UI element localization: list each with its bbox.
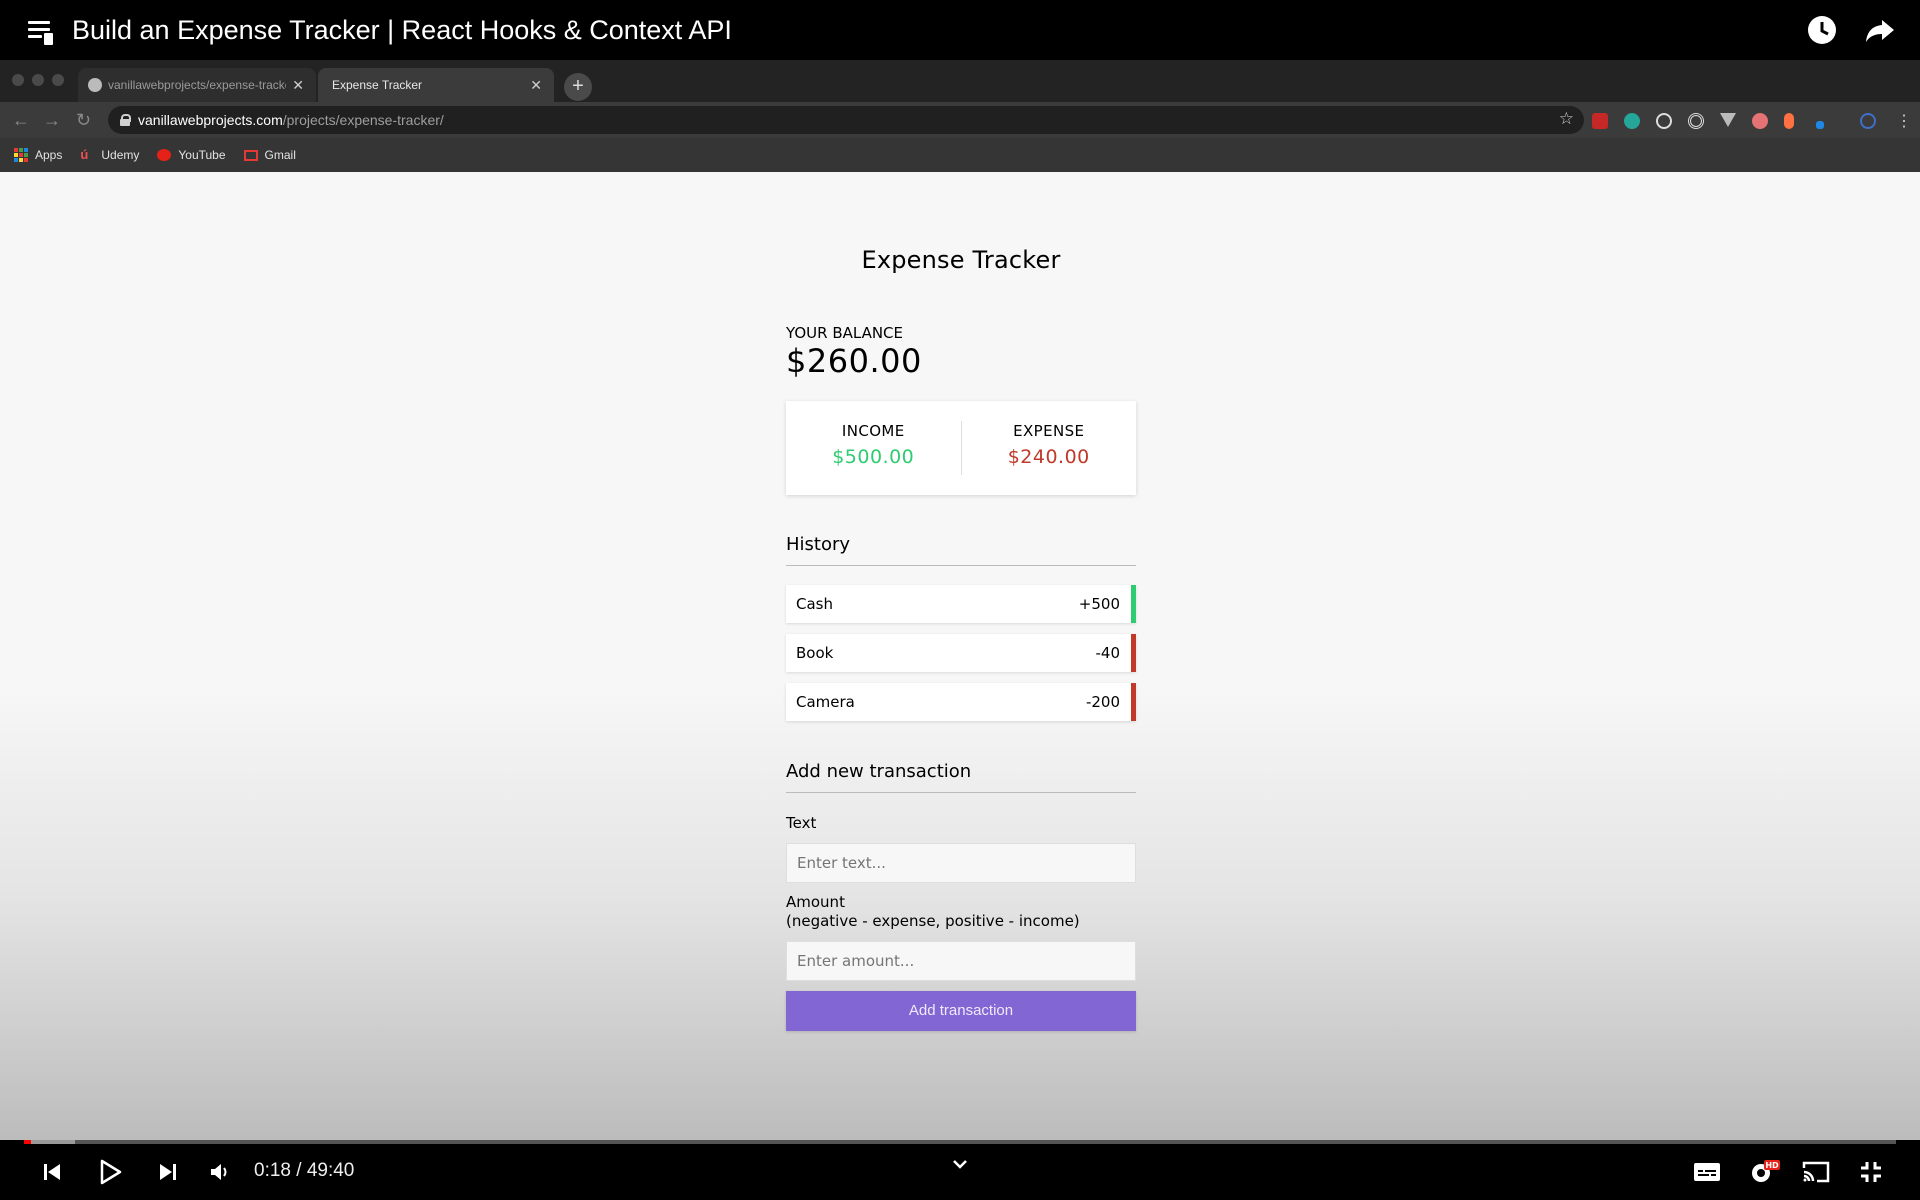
new-tab-plus-icon[interactable]: + bbox=[564, 73, 592, 101]
bookmark-star-icon[interactable]: ☆ bbox=[1559, 109, 1574, 129]
url-text[interactable]: vanillawebprojects.com/projects/expense-… bbox=[138, 112, 444, 128]
bookmark-label: YouTube bbox=[178, 148, 226, 162]
previous-icon[interactable] bbox=[38, 1158, 66, 1186]
expense-column: EXPENSE $240.00 bbox=[962, 401, 1137, 495]
play-icon[interactable] bbox=[96, 1158, 124, 1186]
balance-label: YOUR BALANCE bbox=[786, 324, 904, 342]
extension-vue-icon[interactable] bbox=[1720, 113, 1736, 127]
transaction-amount: +500 bbox=[1078, 595, 1120, 613]
amount-label: Amount bbox=[786, 893, 845, 911]
video-controls: 0:18 / 49:40 HD bbox=[0, 1140, 1920, 1200]
text-label: Text bbox=[786, 814, 817, 832]
transaction-list: Cash +500 Book -40 Camera -200 bbox=[786, 585, 1136, 732]
add-transaction-button[interactable]: Add transaction bbox=[786, 991, 1136, 1031]
balance-amount: $260.00 bbox=[786, 342, 922, 380]
list-item[interactable]: Book -40 bbox=[786, 634, 1136, 672]
progress-played bbox=[24, 1140, 32, 1144]
chevron-down-icon[interactable] bbox=[950, 1154, 970, 1179]
tab-label: vanillawebprojects/expense-tracker bbox=[108, 78, 286, 92]
exit-fullscreen-icon[interactable] bbox=[1856, 1158, 1886, 1186]
reload-icon[interactable]: ↻ bbox=[76, 110, 91, 131]
video-title[interactable]: Build an Expense Tracker | React Hooks &… bbox=[72, 15, 732, 46]
browser-chrome: vanillawebprojects/expense-tracker ✕ Exp… bbox=[0, 60, 1920, 172]
playlist-menu-icon[interactable] bbox=[26, 15, 56, 45]
progress-bar[interactable] bbox=[24, 1140, 1896, 1144]
expense-amount: $240.00 bbox=[1007, 446, 1090, 468]
income-column: INCOME $500.00 bbox=[786, 421, 962, 475]
income-label: INCOME bbox=[841, 422, 905, 440]
next-icon[interactable] bbox=[154, 1158, 182, 1186]
window-controls[interactable] bbox=[12, 74, 64, 86]
volume-icon[interactable] bbox=[206, 1158, 234, 1186]
list-item[interactable]: Camera -200 bbox=[786, 683, 1136, 721]
bookmark-label: Apps bbox=[35, 148, 63, 162]
subtitles-icon[interactable] bbox=[1692, 1158, 1722, 1186]
extension-pill-icon[interactable] bbox=[1784, 113, 1794, 129]
amount-hint: (negative - expense, positive - income) bbox=[786, 912, 1080, 930]
settings-gear-icon[interactable]: HD bbox=[1748, 1158, 1782, 1186]
list-item[interactable]: Cash +500 bbox=[786, 585, 1136, 623]
address-bar[interactable]: vanillawebprojects.com/projects/expense-… bbox=[108, 106, 1584, 134]
bookmark-label: Gmail bbox=[264, 148, 296, 162]
close-tab-icon[interactable]: ✕ bbox=[292, 77, 304, 94]
video-top-bar: Build an Expense Tracker | React Hooks &… bbox=[0, 0, 1920, 60]
extension-info-icon[interactable] bbox=[1860, 113, 1876, 129]
bookmark-youtube[interactable]: YouTube bbox=[157, 148, 226, 162]
add-transaction-title: Add new transaction bbox=[786, 761, 1136, 793]
bookmarks-bar: Apps ú Udemy YouTube Gmail bbox=[0, 138, 1920, 172]
expense-label: EXPENSE bbox=[1013, 422, 1085, 440]
progress-buffered bbox=[24, 1140, 75, 1144]
udemy-icon: ú bbox=[80, 147, 89, 162]
bookmark-udemy[interactable]: ú Udemy bbox=[80, 147, 140, 163]
text-input-placeholder: Enter text... bbox=[797, 854, 886, 872]
bookmark-apps[interactable]: Apps bbox=[14, 148, 62, 162]
share-arrow-icon[interactable] bbox=[1864, 14, 1896, 46]
transaction-amount: -200 bbox=[1085, 693, 1120, 711]
svg-text:HD: HD bbox=[1765, 1161, 1779, 1170]
forward-arrow-icon[interactable]: → bbox=[43, 110, 61, 131]
browser-menu-icon[interactable]: ⋮ bbox=[1896, 111, 1912, 131]
extension-pen-icon[interactable] bbox=[1816, 121, 1824, 129]
history-title: History bbox=[786, 534, 1136, 566]
web-page: Expense Tracker YOUR BALANCE $260.00 INC… bbox=[0, 172, 1920, 1140]
time-display: 0:18 / 49:40 bbox=[254, 1160, 355, 1181]
transaction-amount: -40 bbox=[1095, 644, 1121, 662]
extension-m-icon[interactable] bbox=[1624, 113, 1640, 129]
expense-indicator-bar bbox=[1131, 683, 1136, 721]
extension-target-icon[interactable] bbox=[1688, 113, 1704, 129]
tab-strip: vanillawebprojects/expense-tracker ✕ Exp… bbox=[0, 60, 1920, 102]
tab-github[interactable]: vanillawebprojects/expense-tracker ✕ bbox=[78, 68, 316, 102]
browser-toolbar: ← → ↻ vanillawebprojects.com/projects/ex… bbox=[0, 102, 1920, 138]
text-input[interactable]: Enter text... bbox=[786, 843, 1136, 883]
watch-later-clock-icon[interactable] bbox=[1806, 14, 1838, 46]
income-indicator-bar bbox=[1131, 585, 1136, 623]
tab-label: Expense Tracker bbox=[332, 78, 423, 92]
extension-chart-icon[interactable] bbox=[1592, 113, 1608, 129]
youtube-icon bbox=[157, 149, 172, 161]
bookmark-label: Udemy bbox=[101, 148, 140, 162]
gmail-icon bbox=[243, 149, 258, 161]
extension-react-icon[interactable] bbox=[1656, 113, 1672, 129]
page-title: Expense Tracker bbox=[861, 246, 1061, 274]
github-icon bbox=[88, 78, 102, 92]
extension-owl-icon[interactable] bbox=[1752, 113, 1768, 129]
cast-icon[interactable] bbox=[1800, 1158, 1832, 1186]
income-amount: $500.00 bbox=[832, 446, 915, 468]
amount-input-placeholder: Enter amount... bbox=[797, 952, 915, 970]
bookmark-gmail[interactable]: Gmail bbox=[243, 148, 296, 162]
lock-icon[interactable] bbox=[120, 114, 131, 126]
close-tab-icon[interactable]: ✕ bbox=[530, 77, 542, 94]
apps-grid-icon bbox=[14, 148, 28, 162]
amount-input[interactable]: Enter amount... bbox=[786, 941, 1136, 981]
expense-indicator-bar bbox=[1131, 634, 1136, 672]
back-arrow-icon[interactable]: ← bbox=[12, 110, 30, 131]
transaction-text: Cash bbox=[796, 595, 833, 613]
income-expense-card: INCOME $500.00 EXPENSE $240.00 bbox=[786, 401, 1136, 495]
transaction-text: Book bbox=[796, 644, 834, 662]
transaction-text: Camera bbox=[796, 693, 855, 711]
tab-expense-tracker[interactable]: Expense Tracker ✕ bbox=[318, 68, 554, 102]
